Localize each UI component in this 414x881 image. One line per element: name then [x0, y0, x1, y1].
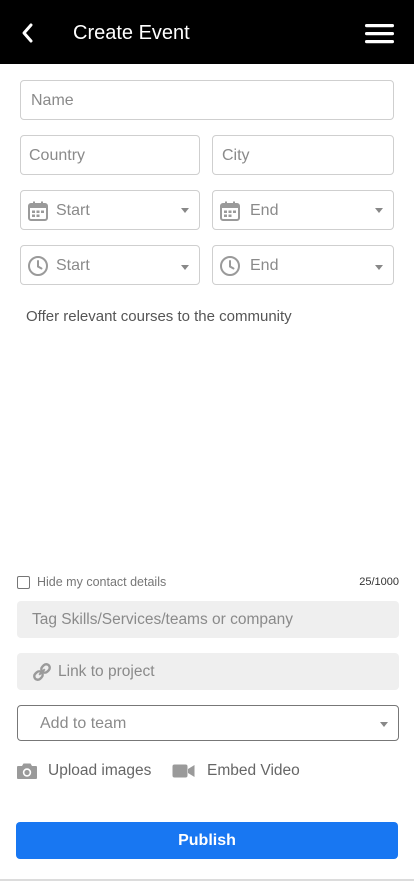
chevron-left-icon	[22, 23, 33, 43]
embed-video-button[interactable]: Embed Video	[172, 759, 300, 783]
calendar-icon	[28, 201, 48, 221]
hamburger-menu-icon	[365, 24, 394, 44]
page-title: Create Event	[73, 22, 190, 44]
add-to-team-placeholder: Add to team	[40, 715, 127, 732]
end-date-select[interactable]: End	[212, 190, 394, 230]
tags-input[interactable]: Tag Skills/Services/teams or company	[17, 601, 399, 638]
link-icon	[33, 663, 51, 681]
dropdown-caret-icon	[375, 265, 383, 270]
start-date-placeholder: Start	[56, 202, 90, 219]
menu-button[interactable]	[364, 21, 396, 47]
dropdown-caret-icon	[375, 208, 383, 213]
back-button[interactable]	[14, 20, 40, 46]
city-input[interactable]: City	[212, 135, 394, 175]
project-link-input[interactable]: Link to project	[17, 653, 399, 690]
start-time-placeholder: Start	[56, 257, 90, 274]
top-app-bar: Create Event	[0, 0, 414, 64]
dropdown-caret-icon	[181, 208, 189, 213]
start-time-select[interactable]: Start	[20, 245, 200, 285]
add-to-team-select[interactable]: Add to team	[17, 705, 399, 741]
description-textarea[interactable]: Offer relevant courses to the community	[26, 307, 396, 327]
clock-icon	[28, 256, 48, 276]
video-camera-icon	[172, 764, 195, 778]
character-counter: 25/1000	[359, 576, 399, 588]
city-placeholder: City	[222, 147, 250, 164]
camera-icon	[17, 763, 37, 779]
name-input[interactable]: Name	[20, 80, 394, 120]
start-date-select[interactable]: Start	[20, 190, 200, 230]
upload-images-label: Upload images	[48, 762, 152, 779]
country-placeholder: Country	[29, 147, 86, 164]
hide-contact-label: Hide my contact details	[37, 575, 167, 589]
end-date-placeholder: End	[250, 202, 279, 219]
country-input[interactable]: Country	[20, 135, 200, 175]
embed-video-label: Embed Video	[207, 762, 300, 779]
end-time-placeholder: End	[250, 257, 279, 274]
dropdown-caret-icon	[380, 722, 388, 727]
dropdown-caret-icon	[181, 265, 189, 270]
publish-button[interactable]: Publish	[16, 822, 398, 859]
upload-images-button[interactable]: Upload images	[16, 759, 151, 783]
clock-icon	[220, 256, 240, 276]
project-link-placeholder: Link to project	[58, 663, 155, 680]
name-placeholder: Name	[31, 92, 74, 109]
calendar-icon	[220, 201, 240, 221]
hide-contact-checkbox[interactable]	[17, 575, 30, 589]
hide-contact-row: Hide my contact details	[17, 574, 166, 590]
tags-placeholder: Tag Skills/Services/teams or company	[32, 611, 294, 628]
end-time-select[interactable]: End	[212, 245, 394, 285]
